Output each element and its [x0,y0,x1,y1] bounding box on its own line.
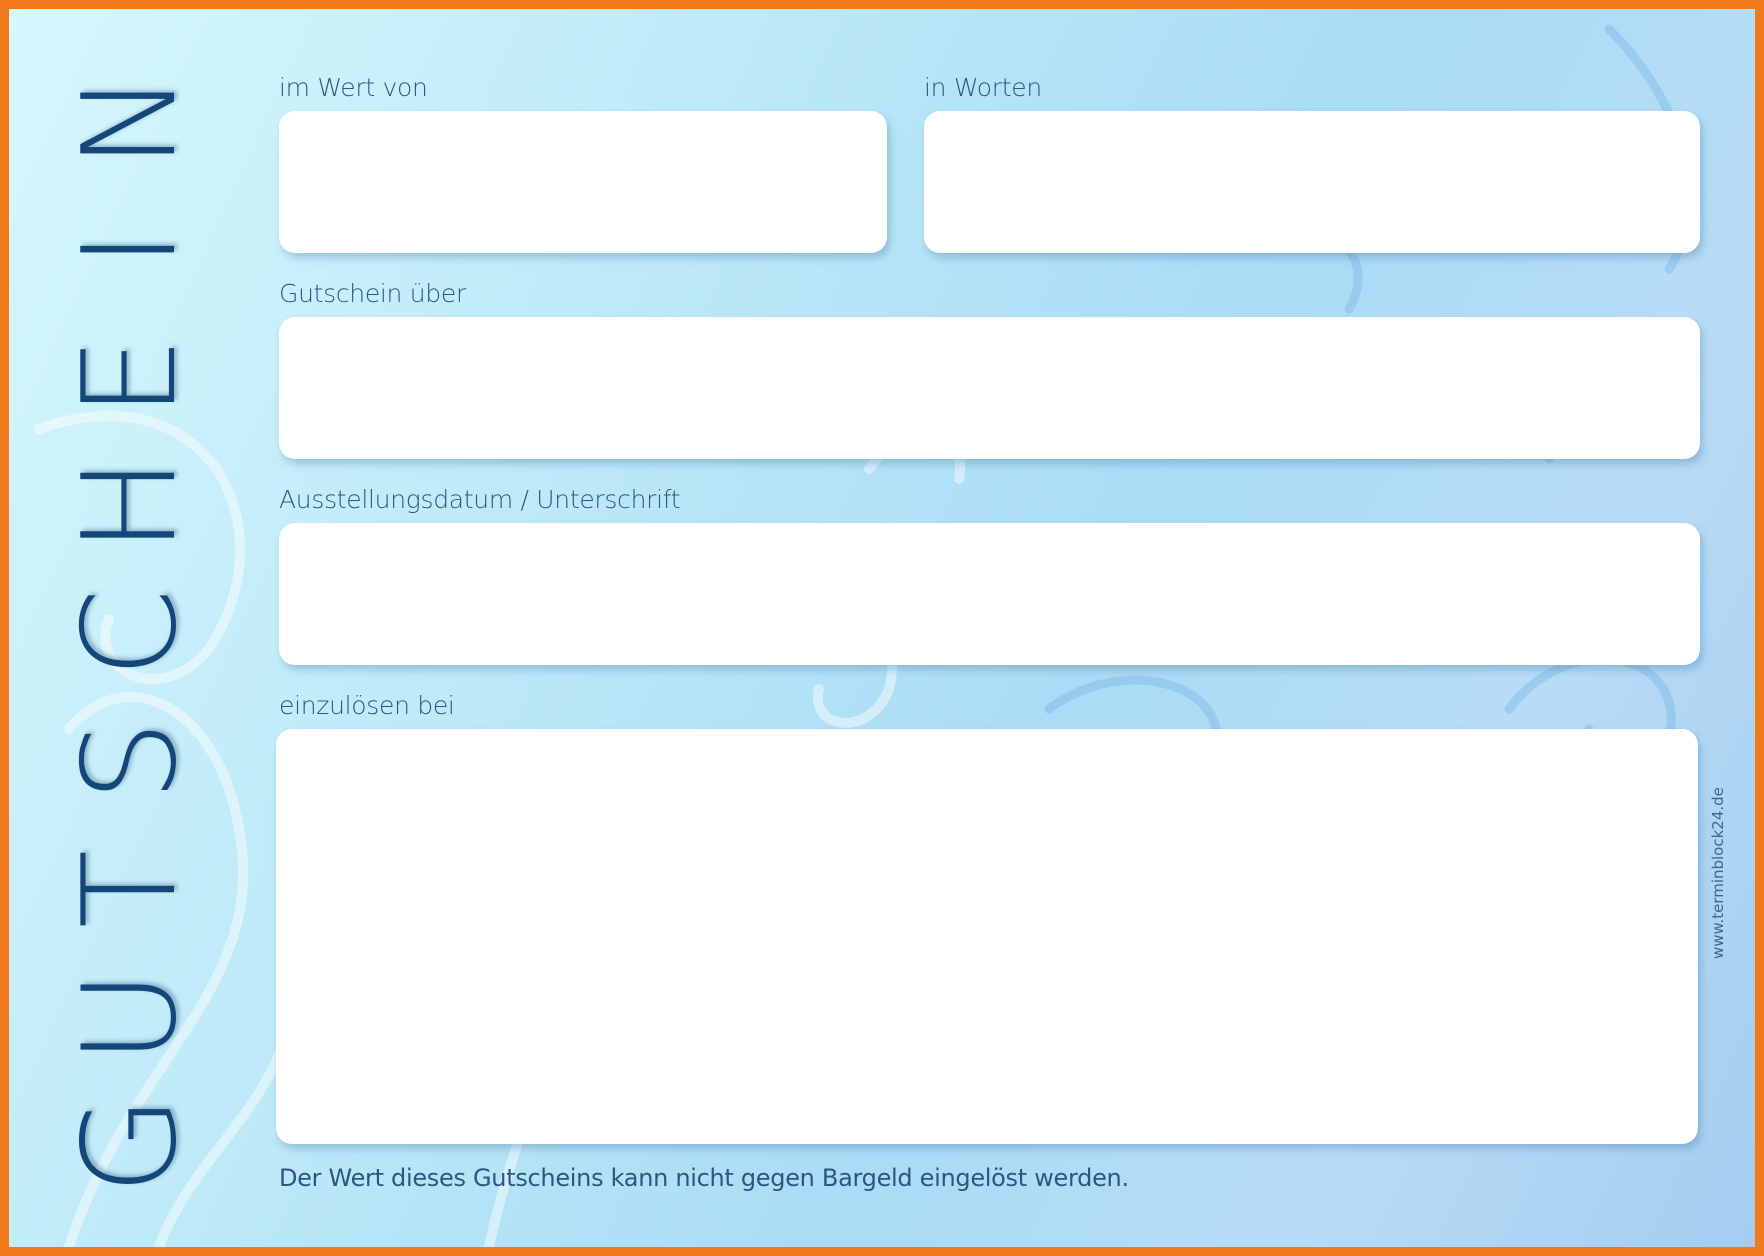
about-field[interactable] [279,317,1700,459]
date-signature-label: Ausstellungsdatum / Unterschrift [279,485,681,514]
title-letter: U [56,970,205,1064]
title-letter: I [56,230,205,268]
voucher-title: G U T S C H E I N [56,69,205,1209]
about-label: Gutschein über [279,279,466,308]
title-letter: S [56,720,205,802]
redeem-field[interactable] [276,729,1698,1144]
words-label: in Worten [924,73,1042,102]
value-field[interactable] [279,111,887,253]
title-letter: N [56,73,205,169]
website-url: www.terminblock24.de [1709,787,1727,959]
value-label: im Wert von [279,73,428,102]
title-letter: H [56,456,205,554]
title-letter: G [56,1095,205,1195]
date-signature-field[interactable] [279,523,1700,665]
redeem-label: einzulösen bei [279,691,455,720]
words-field[interactable] [924,111,1700,253]
title-letter: C [56,588,205,678]
title-letter: E [56,336,205,418]
cash-disclaimer: Der Wert dieses Gutscheins kann nicht ge… [279,1164,1129,1192]
voucher-card: G U T S C H E I N im Wert von in Worten … [9,9,1755,1247]
title-letter: T [56,849,205,929]
